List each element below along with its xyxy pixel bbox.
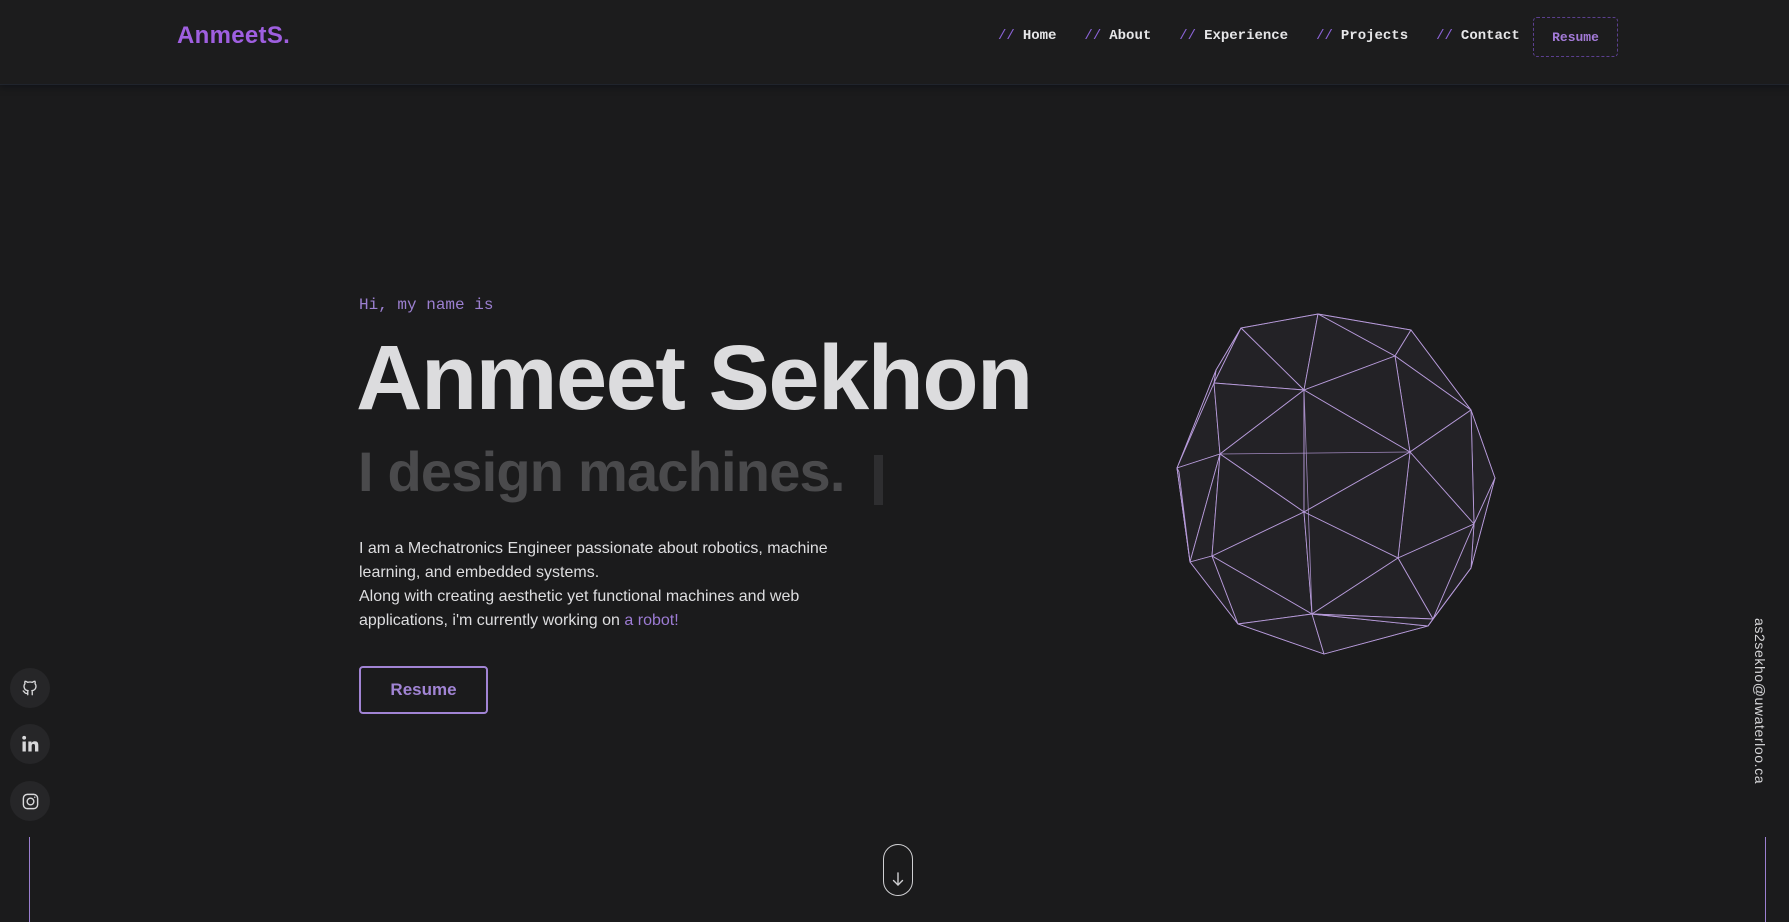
nav-prefix: //: [1436, 28, 1453, 44]
nav-label: Experience: [1204, 28, 1289, 44]
email-link[interactable]: as2sekho@uwaterloo.ca: [1752, 618, 1768, 784]
nav-label: Contact: [1460, 28, 1520, 44]
wireframe-sphere-graphic: [1176, 313, 1496, 655]
github-icon: [22, 680, 37, 696]
linkedin-icon: [22, 735, 39, 752]
typing-cursor: [874, 455, 883, 505]
hero-tagline: I design machines.: [358, 440, 845, 503]
main-nav: // Home // About // Experience // Projec…: [998, 28, 1548, 44]
hero-name: Anmeet Sekhon: [356, 327, 1033, 429]
nav-prefix: //: [1084, 28, 1102, 44]
bio-line-1: I am a Mechatronics Engineer passionate …: [359, 540, 828, 581]
arrow-down-icon: [892, 872, 904, 886]
nav-item-experience[interactable]: // Experience: [1179, 28, 1288, 44]
nav-item-home[interactable]: // Home: [998, 28, 1056, 44]
github-link[interactable]: [10, 668, 50, 708]
instagram-icon: [22, 793, 38, 809]
nav-item-contact[interactable]: // Contact: [1436, 28, 1520, 44]
nav-prefix: //: [1179, 28, 1197, 44]
hero-greeting: Hi, my name is: [359, 296, 494, 314]
hero-bio: I am a Mechatronics Engineer passionate …: [359, 537, 879, 633]
right-vertical-line: [1765, 837, 1766, 922]
hero-resume-button[interactable]: Resume: [359, 666, 488, 714]
nav-resume-button[interactable]: Resume: [1533, 17, 1618, 57]
nav-prefix: //: [998, 28, 1015, 44]
nav-item-about[interactable]: // About: [1084, 28, 1151, 44]
nav-label: Projects: [1340, 28, 1409, 44]
nav-prefix: //: [1316, 28, 1333, 44]
bio-line-2-text: Along with creating aesthetic yet functi…: [359, 588, 800, 629]
nav-label: About: [1109, 28, 1152, 44]
site-logo[interactable]: AnmeetS.: [177, 22, 290, 50]
site-header: AnmeetS. // Home // About // Experience …: [0, 0, 1789, 85]
scroll-down-button[interactable]: [883, 844, 913, 896]
bio-line-2: Along with creating aesthetic yet functi…: [359, 585, 879, 633]
linkedin-link[interactable]: [10, 724, 50, 764]
instagram-link[interactable]: [10, 781, 50, 821]
nav-item-projects[interactable]: // Projects: [1316, 28, 1408, 44]
nav-label: Home: [1022, 28, 1057, 44]
robot-link[interactable]: a robot!: [624, 612, 678, 629]
left-vertical-line: [29, 837, 30, 922]
